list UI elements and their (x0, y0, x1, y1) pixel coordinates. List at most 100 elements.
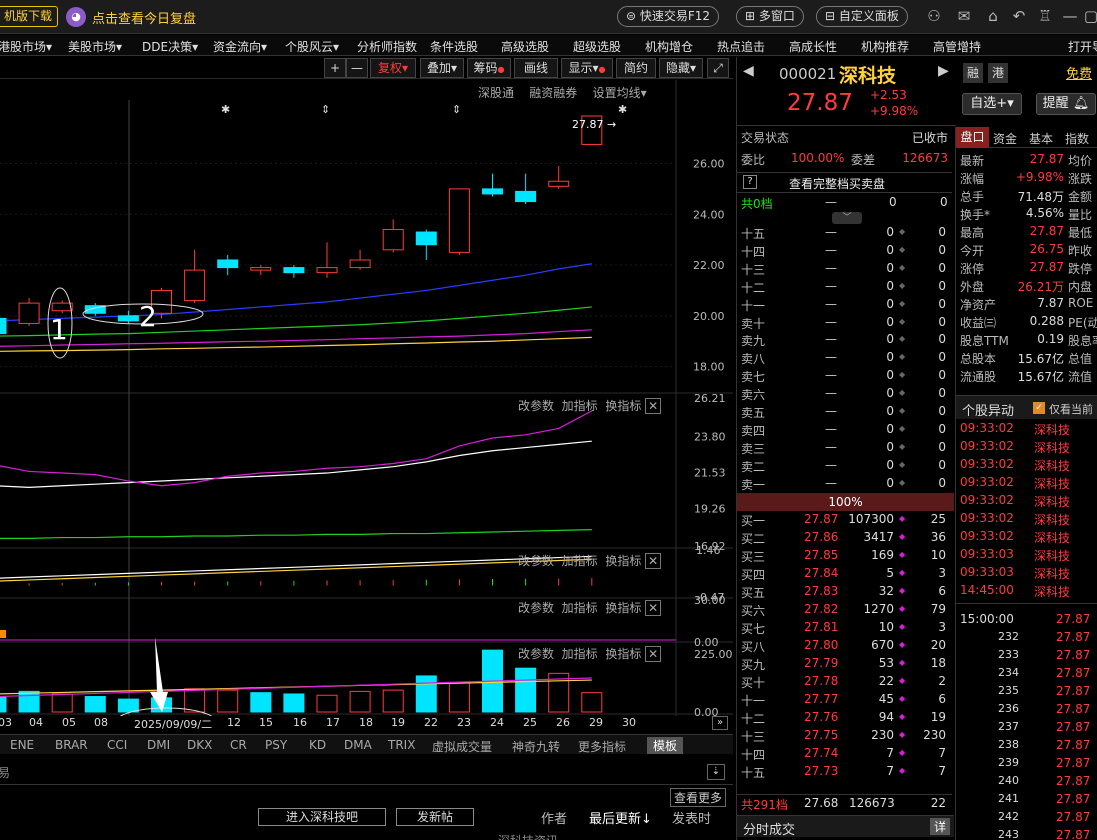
hide-dropdown[interactable]: 隐藏▾ (659, 58, 703, 78)
sell-level-row[interactable]: 十四 — 0 ◆ 0 (737, 243, 952, 261)
buy-level-row[interactable]: 十一 27.77 45 ◆ 6 (737, 692, 952, 710)
zoom-in-button[interactable]: + (324, 58, 346, 78)
buy-level-row[interactable]: 买七 27.81 10 ◆ 3 (737, 620, 952, 638)
sell-level-row[interactable]: 卖八 — 0 ◆ 0 (737, 350, 952, 368)
mobile-download-button[interactable]: 机版下载 (0, 6, 59, 27)
tick-trades-header[interactable]: 分时成交 详 (737, 815, 954, 838)
brief-button[interactable]: 简约 (616, 58, 656, 78)
buy-level-row[interactable]: 十四 27.74 7 ◆ 7 (737, 746, 952, 764)
zoom-out-button[interactable]: — (346, 58, 368, 78)
buy-level-row[interactable]: 买五 27.83 32 ◆ 6 (737, 584, 952, 602)
new-post-button[interactable]: 发新帖 (396, 808, 474, 826)
panel4-switch[interactable]: 换指标 (605, 647, 641, 661)
nav-capital-flow[interactable]: 资金流向▾ (213, 38, 267, 55)
watchlist-dropdown[interactable]: 自选+▾ (962, 93, 1022, 115)
tab-psy[interactable]: PSY (265, 738, 287, 752)
panel1-add[interactable]: 加指标 (562, 399, 598, 413)
view-more-button[interactable]: 查看更多 (670, 788, 727, 807)
ma-settings-link[interactable]: 设置均线▾ (593, 86, 647, 100)
tab-kd[interactable]: KD (309, 738, 326, 752)
nav-hotspot[interactable]: 热点追击 (717, 38, 765, 55)
restore-rights-dropdown[interactable]: 复权▾ (370, 58, 416, 78)
latest-update-sort[interactable]: 最后更新↓ (589, 808, 652, 827)
sell-level-row[interactable]: 卖三 — 0 ◆ 0 (737, 440, 952, 458)
tab-cr[interactable]: CR (230, 738, 247, 752)
anomaly-row[interactable]: 09:33:02 深科技 (956, 493, 1097, 511)
nav-analyst-index[interactable]: 分析师指数 (357, 38, 417, 55)
nav-us-market[interactable]: 美股市场▾ (68, 38, 122, 55)
panel4-close-icon[interactable]: ✕ (645, 646, 662, 662)
draw-line-button[interactable]: 画线 (514, 58, 558, 78)
mail-icon[interactable]: ✉ (956, 8, 972, 24)
tab-dkx[interactable]: DKX (187, 738, 212, 752)
tab-more-indicators[interactable]: 更多指标 (578, 738, 626, 755)
free-link[interactable]: 免费 (1066, 63, 1092, 82)
quick-trade-button[interactable]: ⊜ 快速交易F12 (617, 6, 720, 27)
display-dropdown[interactable]: 显示▾● (561, 58, 613, 78)
alert-button[interactable]: 提醒 🔔︎ (1036, 93, 1096, 115)
daily-review-link[interactable]: 点击查看今日复盘 (92, 8, 196, 27)
tab-basic[interactable]: 基本 (1029, 130, 1053, 147)
buy-level-row[interactable]: 十三 27.75 230 ◆ 230 (737, 728, 952, 746)
buy-level-row[interactable]: 买四 27.84 5 ◆ 3 (737, 566, 952, 584)
panel3-switch[interactable]: 换指标 (605, 601, 641, 615)
buy-level-row[interactable]: 十五 27.73 7 ◆ 7 (737, 764, 952, 782)
nav-hk-market[interactable]: 港股市场▾ (0, 38, 52, 55)
sell-level-row[interactable]: 卖九 — 0 ◆ 0 (737, 332, 952, 350)
anomaly-row[interactable]: 09:33:02 深科技 (956, 475, 1097, 493)
nav-exec-increase[interactable]: 高管增持 (933, 38, 981, 55)
sell-level-row[interactable]: 卖一 — 0 ◆ 0 (737, 476, 952, 494)
buy-level-row[interactable]: 买二 27.86 3417 ◆ 36 (737, 530, 952, 548)
collapse-icon[interactable]: ⇣ (707, 764, 725, 780)
tab-index[interactable]: 指数 (1065, 130, 1089, 147)
nav-institution-recommend[interactable]: 机构推荐 (861, 38, 909, 55)
tab-brar[interactable]: BRAR (55, 738, 88, 752)
panel1-close-icon[interactable]: ✕ (645, 398, 662, 414)
buy-level-row[interactable]: 买九 27.79 53 ◆ 18 (737, 656, 952, 674)
buy-level-row[interactable]: 买十 27.78 22 ◆ 2 (737, 674, 952, 692)
tab-capital[interactable]: 资金 (993, 130, 1017, 147)
tab-dma[interactable]: DMA (344, 738, 372, 752)
news-row[interactable]: 深科技资讯 (498, 832, 558, 840)
fullscreen-icon[interactable]: ⤢ (707, 58, 729, 78)
nav-open-guide[interactable]: 打开导 (1068, 38, 1097, 55)
panel3-close-icon[interactable]: ✕ (645, 600, 662, 616)
tab-trix[interactable]: TRIX (388, 738, 415, 752)
panel3-params[interactable]: 改参数 (518, 601, 554, 615)
panel2-add[interactable]: 加指标 (562, 554, 598, 568)
tab-template[interactable]: 模板 (647, 737, 684, 754)
home-icon[interactable]: ⌂ (985, 8, 1001, 24)
multi-window-button[interactable]: ⊞ 多窗口 (736, 6, 804, 27)
sell-level-row[interactable]: 卖六 — 0 ◆ 0 (737, 386, 952, 404)
sell-level-row[interactable]: 十五 — 0 ◆ 0 (737, 225, 952, 243)
minimize-icon[interactable]: — (1062, 8, 1078, 24)
expand-chevron-icon[interactable]: ﹀ (832, 212, 862, 224)
panel4-add[interactable]: 加指标 (562, 647, 598, 661)
user-icon[interactable]: ⚇ (926, 8, 942, 24)
anomaly-row[interactable]: 09:33:02 深科技 (956, 529, 1097, 547)
panel2-switch[interactable]: 换指标 (605, 554, 641, 568)
sell-level-row[interactable]: 卖二 — 0 ◆ 0 (737, 458, 952, 476)
anomaly-row[interactable]: 14:45:00 深科技 (956, 583, 1097, 601)
sh-connect-link[interactable]: 深股通 (478, 86, 514, 100)
tab-dmi[interactable]: DMI (147, 738, 170, 752)
candles[interactable] (0, 115, 603, 341)
sell-level-row[interactable]: 卖十 — 0 ◆ 0 (737, 315, 952, 333)
nav-advanced-select[interactable]: 高级选股 (501, 38, 549, 55)
maximize-icon[interactable]: ▢ (1083, 8, 1097, 24)
buy-level-row[interactable]: 十二 27.76 94 ◆ 19 (737, 710, 952, 728)
anomaly-row[interactable]: 09:33:02 深科技 (956, 421, 1097, 439)
tab-order-book[interactable]: 盘口 (956, 127, 989, 148)
nav-institution-add[interactable]: 机构增仓 (645, 38, 693, 55)
panel1-params[interactable]: 改参数 (518, 399, 554, 413)
nav-condition-select[interactable]: 条件选股 (430, 38, 478, 55)
next-stock-icon[interactable]: ▶ (938, 63, 949, 79)
anomaly-row[interactable]: 09:33:02 深科技 (956, 457, 1097, 475)
shirt-icon[interactable]: ♖ (1037, 8, 1053, 24)
margin-link[interactable]: 融资融券 (529, 86, 577, 100)
back-icon[interactable]: ↶ (1011, 8, 1027, 24)
sell-level-row[interactable]: 十一 — 0 ◆ 0 (737, 297, 952, 315)
sell-level-row[interactable]: 十二 — 0 ◆ 0 (737, 279, 952, 297)
panel2-close-icon[interactable]: ✕ (645, 553, 662, 569)
anomaly-row[interactable]: 09:33:02 深科技 (956, 511, 1097, 529)
